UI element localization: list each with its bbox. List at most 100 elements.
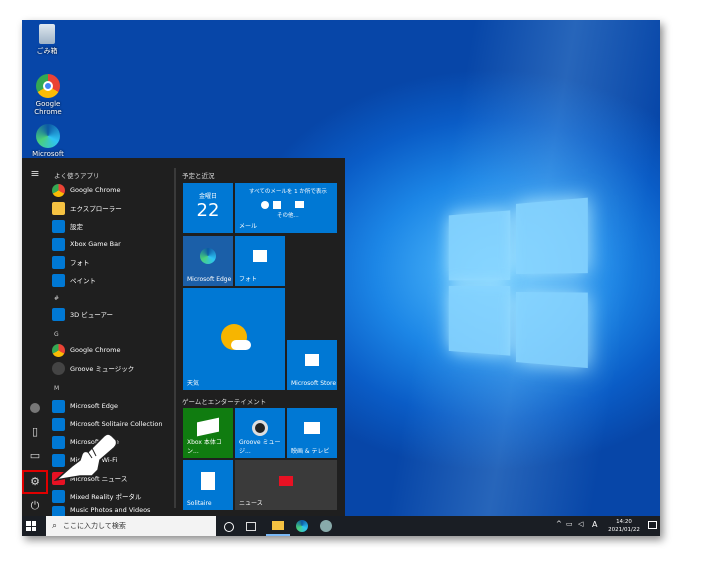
tile-label: フォト (239, 276, 258, 283)
tile-label: 天気 (187, 380, 200, 387)
cards-icon (201, 472, 215, 490)
desktop-icon-chrome[interactable]: Google Chrome (23, 74, 73, 116)
search-icon: ⌕ (52, 521, 58, 531)
tile-label: 映画 & テレビ (291, 448, 330, 455)
power-icon[interactable]: ⏻ (27, 498, 43, 514)
documents-icon[interactable]: ▯ (27, 424, 43, 440)
cortana-icon[interactable] (224, 522, 234, 532)
tile-solitaire[interactable]: Solitaire (183, 460, 233, 510)
tile-groove[interactable]: Groove ミュージ... (235, 408, 285, 458)
app-item-music-photos[interactable]: Music Photos and Videos (52, 506, 176, 516)
network-icon[interactable]: ▭ (566, 520, 573, 528)
tile-label: メール (239, 223, 258, 230)
task-view-icon[interactable] (246, 522, 256, 531)
app-label: Music Photos and Videos (70, 506, 151, 514)
tile-store[interactable]: Microsoft Store (287, 340, 337, 390)
chrome-icon (52, 183, 65, 197)
edge-icon (200, 248, 216, 264)
cards-icon (52, 417, 65, 431)
app-item-3d-viewer[interactable]: 3D ビューアー (52, 306, 176, 322)
screen: ごみ箱 Google Chrome Microsoft Edge ≡ ▯ ▭ ⚙… (22, 20, 660, 536)
media-icon (52, 506, 65, 516)
desktop-icon-recycle-bin[interactable]: ごみ箱 (22, 24, 72, 56)
app-item-chrome-g[interactable]: Google Chrome (52, 342, 176, 358)
start-button[interactable] (26, 521, 36, 531)
clock-time: 14:20 (616, 519, 632, 525)
tile-movies[interactable]: 映画 & テレビ (287, 408, 337, 458)
app-item-groove[interactable]: Groove ミュージック (52, 360, 176, 376)
user-avatar[interactable] (27, 400, 43, 416)
app-item-explorer[interactable]: エクスプローラー (52, 200, 176, 216)
edge-icon (52, 399, 65, 413)
app-label: エクスプローラー (70, 205, 122, 213)
tile-edge[interactable]: Microsoft Edge (183, 236, 233, 286)
hamburger-menu-icon[interactable]: ≡ (27, 166, 43, 182)
app-label: 3D ビューアー (70, 311, 114, 319)
mr-icon (52, 489, 65, 503)
active-app-underline (266, 534, 290, 536)
mail-more: その他... (277, 213, 299, 219)
app-item-edge[interactable]: Microsoft Edge (52, 398, 176, 414)
edge-icon (36, 124, 60, 148)
xbox-console-icon (197, 417, 219, 437)
desktop-icon-label: Google Chrome (34, 100, 62, 116)
clock[interactable]: 14:20 2021/01/22 (602, 518, 646, 534)
chrome-icon (36, 74, 60, 98)
tray-chevron-icon[interactable]: ^ (556, 520, 562, 528)
start-rail: ≡ ▯ ▭ ⚙ ⏻ (22, 158, 48, 516)
tile-photos[interactable]: フォト (235, 236, 285, 286)
taskbar: ⌕ ここに入力して検索 ^ ▭ ◁ A 14:20 2021/01/22 (22, 516, 660, 536)
photos-icon (52, 255, 65, 269)
app-item-mixed-reality[interactable]: Mixed Reality ポータル (52, 488, 176, 504)
tile-label: Microsoft Edge (187, 276, 232, 283)
settings-highlight-box (22, 470, 48, 494)
notification-icon[interactable] (648, 521, 657, 529)
paint-taskbar-icon[interactable] (320, 520, 332, 532)
app-label: Google Chrome (70, 346, 121, 354)
group-letter[interactable]: M (54, 385, 59, 392)
taskbar-search-box[interactable]: ⌕ ここに入力して検索 (46, 516, 216, 536)
news-icon (279, 476, 293, 486)
weather-cloud-icon (231, 340, 251, 350)
app-label: Groove ミュージック (70, 365, 135, 373)
app-label: 設定 (70, 223, 83, 231)
explorer-taskbar-icon[interactable] (272, 521, 284, 530)
gear-icon (52, 219, 65, 233)
edge-taskbar-icon[interactable] (296, 520, 308, 532)
group-letter[interactable]: G (54, 331, 59, 338)
app-item-xbox-game-bar[interactable]: Xbox Game Bar (52, 236, 176, 252)
app-item-settings[interactable]: 設定 (52, 218, 176, 234)
app-item-paint[interactable]: ペイント (52, 272, 176, 288)
tile-label: Xbox 本体コン... (187, 439, 222, 455)
tile-label: Microsoft Store (291, 380, 337, 387)
app-label: Mixed Reality ポータル (70, 493, 142, 501)
app-item-chrome[interactable]: Google Chrome (52, 182, 176, 198)
clock-date: 2021/01/22 (608, 527, 640, 533)
tile-xbox[interactable]: Xbox 本体コン... (183, 408, 233, 458)
pictures-icon[interactable]: ▭ (27, 448, 43, 464)
tile-mail[interactable]: すべてのメールを 1 か所で表示 その他... メール (235, 183, 337, 233)
recycle-bin-icon (39, 24, 55, 44)
mail-service-icons (261, 201, 304, 209)
tile-calendar[interactable]: 金曜日 22 (183, 183, 233, 233)
search-placeholder: ここに入力して検索 (63, 522, 126, 530)
volume-icon[interactable]: ◁ (578, 520, 583, 528)
tile-weather[interactable]: 天気 (183, 288, 285, 390)
app-label: Xbox Game Bar (70, 240, 121, 248)
ime-indicator[interactable]: A (592, 520, 597, 529)
windows-logo-wallpaper (448, 197, 593, 369)
pointing-hand-icon (53, 433, 118, 482)
desktop-icon-label: ごみ箱 (36, 47, 58, 55)
cube-icon (52, 307, 65, 321)
tiles-header-games: ゲームとエンターテイメント (182, 398, 267, 406)
store-bag-icon (305, 354, 319, 366)
app-label: ペイント (70, 277, 96, 285)
xbox-icon (52, 237, 65, 251)
app-list-scrollbar[interactable] (174, 168, 176, 508)
app-label: Microsoft Edge (70, 402, 119, 410)
groove-icon (252, 420, 268, 436)
tile-news[interactable]: ニュース (235, 460, 337, 510)
groove-icon (52, 361, 65, 375)
group-letter[interactable]: # (54, 295, 59, 302)
app-item-photos[interactable]: フォト (52, 254, 176, 270)
